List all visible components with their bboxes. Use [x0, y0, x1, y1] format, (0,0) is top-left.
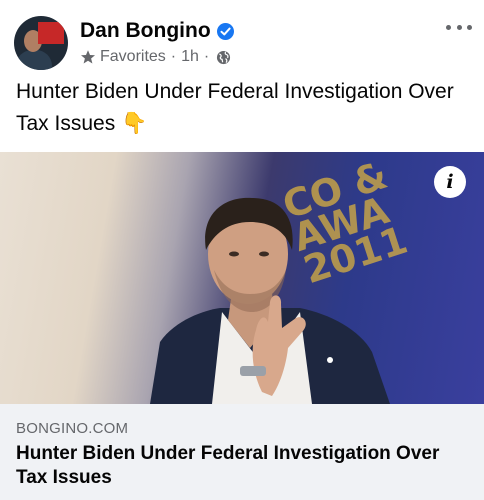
- star-icon: [81, 50, 95, 64]
- more-dots-icon: [446, 24, 451, 30]
- link-preview[interactable]: BONGINO.COM Hunter Biden Under Federal I…: [0, 404, 484, 500]
- meta-separator: ·: [203, 48, 210, 65]
- globe-icon: [217, 50, 231, 64]
- link-domain: BONGINO.COM: [16, 420, 129, 437]
- meta-separator: ·: [170, 48, 177, 65]
- info-icon[interactable]: i: [434, 166, 466, 198]
- post-meta: Favorites · 1h ·: [80, 48, 231, 66]
- post-timestamp[interactable]: 1h: [181, 48, 199, 66]
- more-options-button[interactable]: [446, 18, 472, 36]
- avatar[interactable]: [14, 16, 68, 70]
- avatar-show-logo: [38, 22, 64, 44]
- more-dots-icon: [456, 24, 462, 30]
- post-header: Dan Bongino Favorites · 1h ·: [0, 0, 484, 76]
- author-row: Dan Bongino: [80, 19, 234, 43]
- author-name[interactable]: Dan Bongino: [80, 19, 211, 43]
- post-text: Hunter Biden Under Federal Investigation…: [16, 80, 454, 135]
- audience-label[interactable]: Favorites: [100, 48, 166, 66]
- person-photo: [150, 197, 390, 404]
- avatar-shirt: [16, 50, 52, 70]
- more-dots-icon: [467, 24, 472, 30]
- verified-badge-icon: [216, 22, 234, 40]
- link-title[interactable]: Hunter Biden Under Federal Investigation…: [16, 442, 468, 490]
- link-preview-image[interactable]: CO & AWA 2011: [0, 152, 484, 404]
